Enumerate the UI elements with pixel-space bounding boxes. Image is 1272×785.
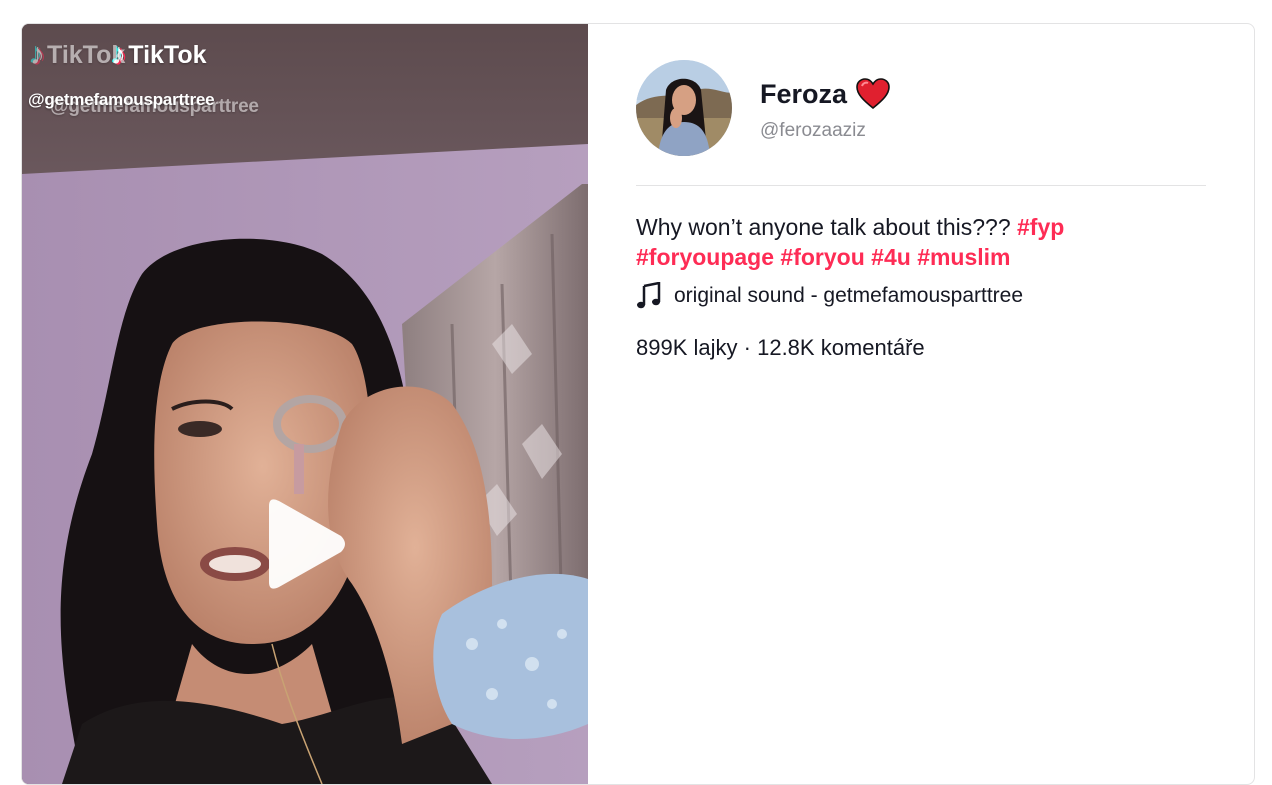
video-frame-thumbnail <box>22 24 588 784</box>
red-heart-emoji-icon <box>856 78 890 110</box>
divider <box>636 185 1206 186</box>
music-label: original sound - getmefamousparttree <box>674 284 1024 307</box>
hashtag-link[interactable]: #muslim <box>917 244 1010 270</box>
hashtag-link[interactable]: #fyp <box>1017 214 1064 240</box>
music-note-icon <box>637 282 661 309</box>
likes-count: 899K lajky <box>636 335 738 360</box>
caption-text: Why won’t anyone talk about this??? <box>636 214 1011 240</box>
author-display-name[interactable]: Feroza <box>760 78 891 110</box>
hashtag-link[interactable]: #4u <box>871 244 911 270</box>
video-embed-card: ♪ TikTok ♪ TikTok @getmefamousparttree @… <box>21 23 1255 785</box>
tiktok-note-icon: ♪ <box>30 38 45 71</box>
engagement-stats: 899K lajky · 12.8K komentáře <box>636 335 925 361</box>
play-icon[interactable] <box>261 496 347 592</box>
hashtag-link[interactable]: #foryoupage <box>636 244 774 270</box>
tiktok-watermark-logo: ♪ TikTok <box>111 38 207 71</box>
hashtag-link[interactable]: #foryou <box>780 244 864 270</box>
music-link[interactable]: original sound - getmefamousparttree <box>636 282 1023 310</box>
tiktok-watermark-ghost-logo: ♪ TikTok <box>30 38 126 71</box>
author-username[interactable]: @ferozaaziz <box>760 120 866 142</box>
video-player[interactable]: ♪ TikTok ♪ TikTok @getmefamousparttree @… <box>22 24 588 784</box>
avatar[interactable] <box>636 60 732 156</box>
author-header: Feroza @ferozaaziz <box>636 60 1208 160</box>
stats-separator: · <box>743 335 751 360</box>
tiktok-watermark: ♪ TikTok ♪ TikTok <box>30 38 207 72</box>
video-caption: Why won’t anyone talk about this??? #fyp… <box>636 212 1206 272</box>
watermark-username: @getmefamousparttree <box>28 90 215 109</box>
avatar-image <box>636 60 732 156</box>
comments-count: 12.8K komentáře <box>757 335 925 360</box>
